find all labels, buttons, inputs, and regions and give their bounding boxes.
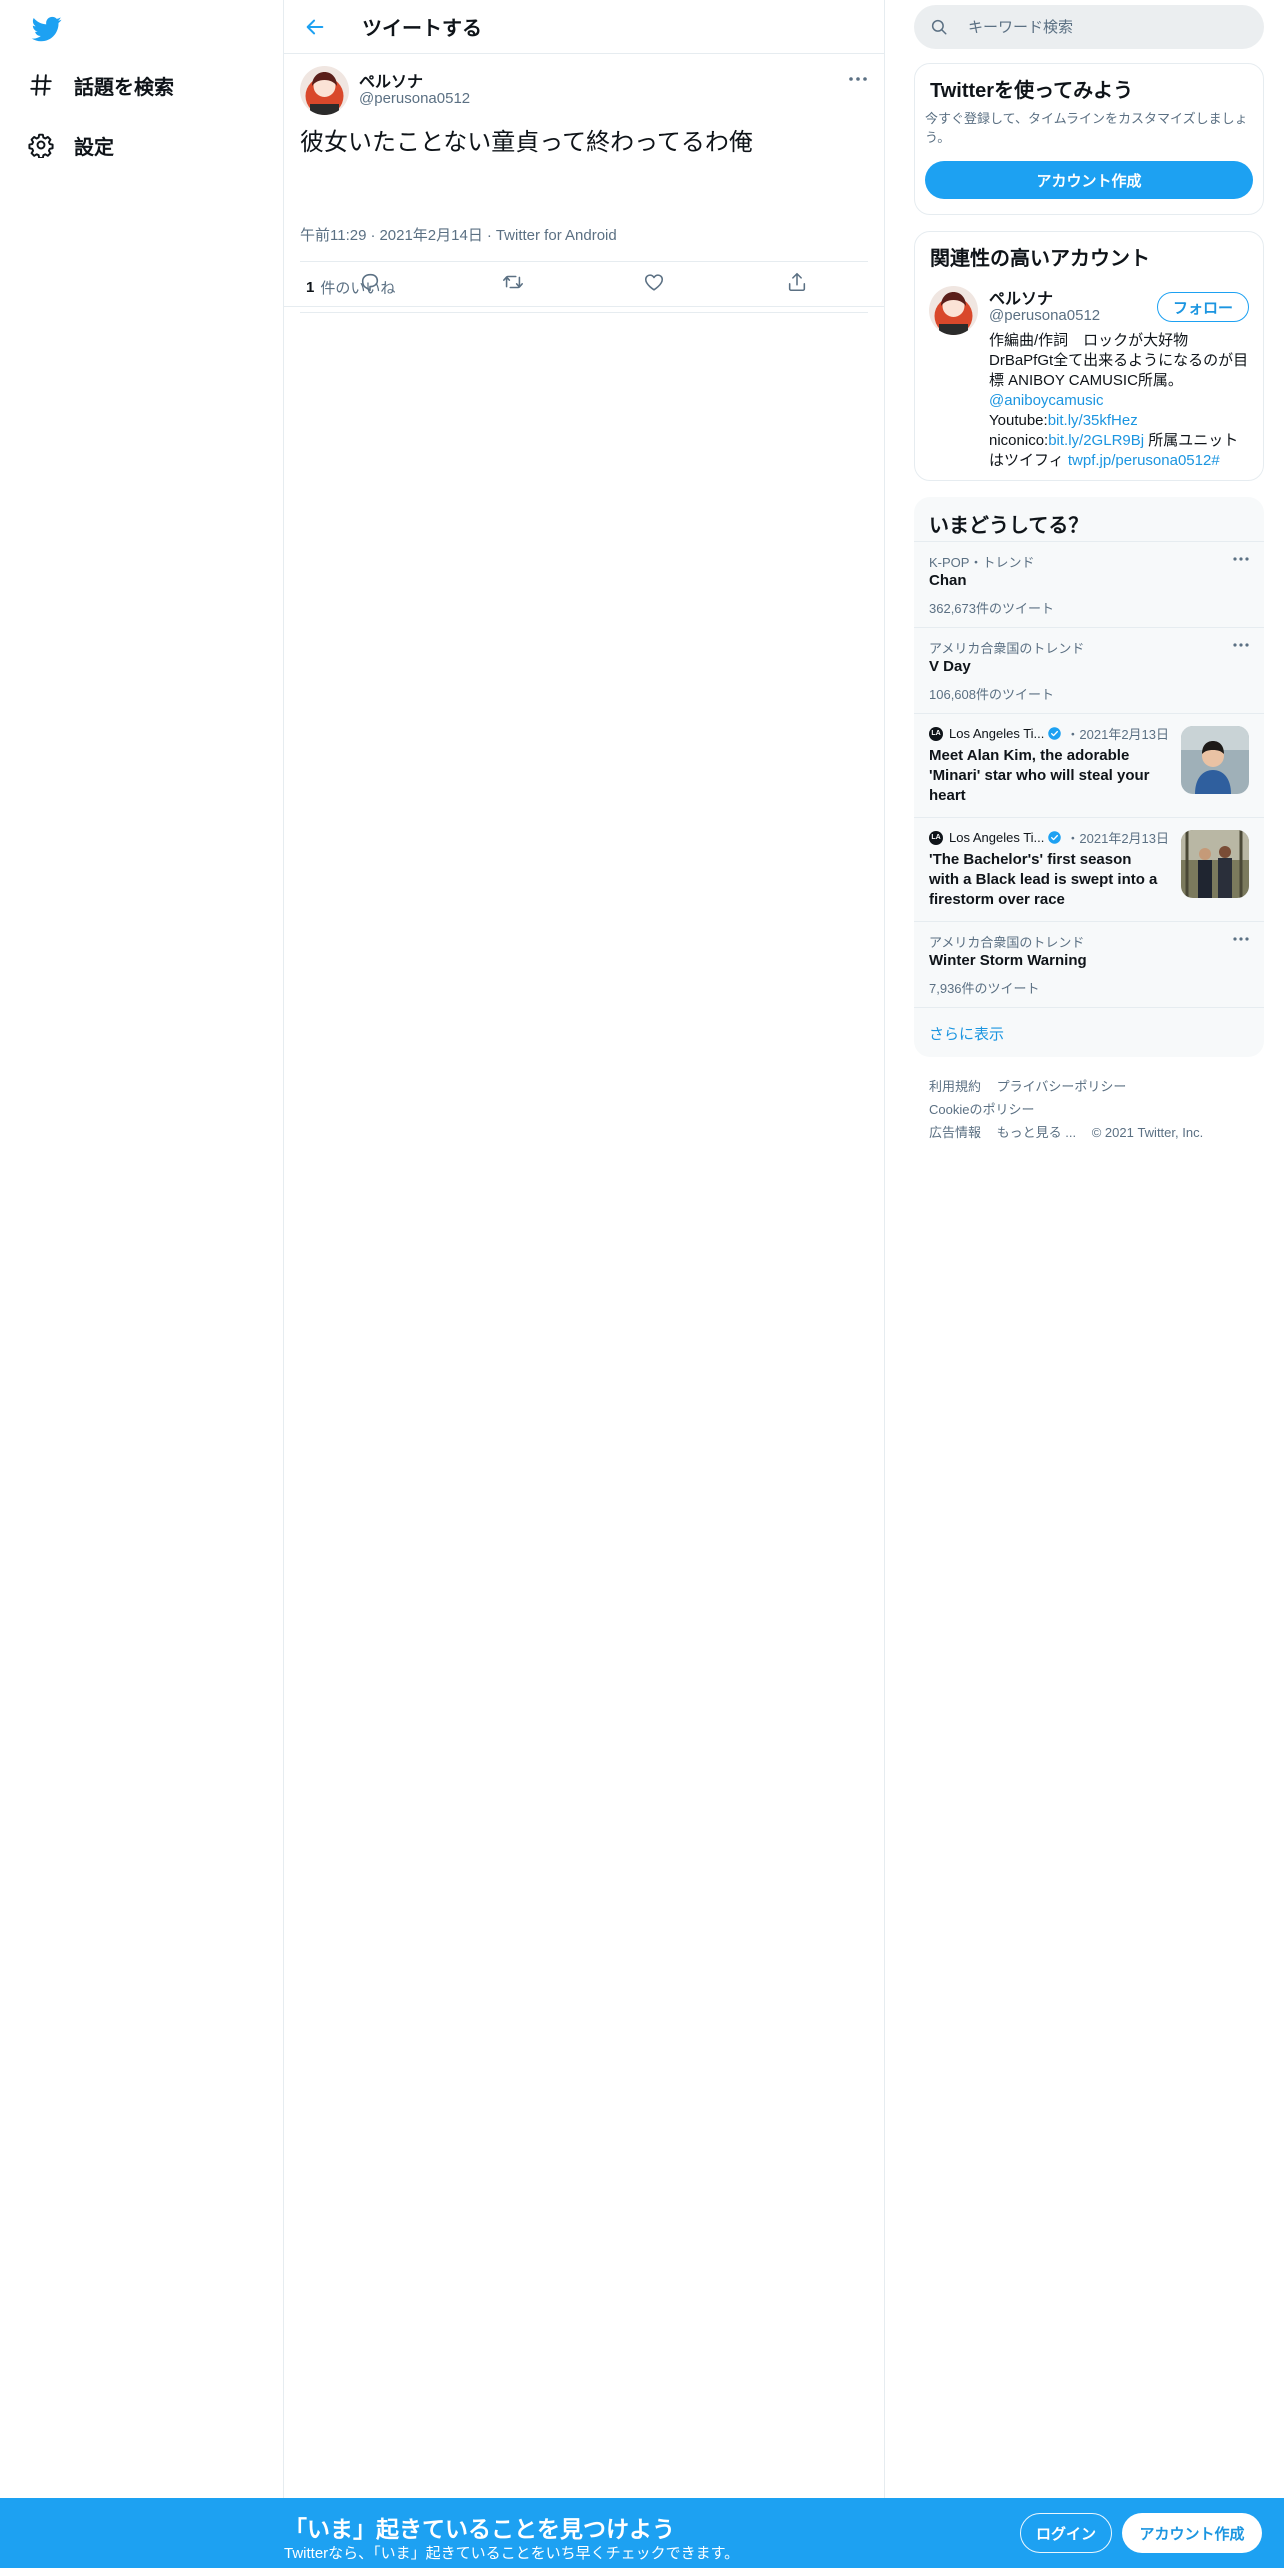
tweet-actions: [284, 258, 884, 307]
bottom-bar-title: 「いま」起きていることを見つけよう: [284, 2516, 675, 2542]
bio-line: DrBaPfGt全て出来るようになるのが目: [989, 352, 1249, 369]
trend-name: V Day: [929, 658, 971, 675]
main-column: ツイートする ペルソナ @perusona0512 彼女いたことない童貞って終わ…: [284, 0, 885, 2498]
tweet-meta: 午前11:29 · 2021年2月14日 · Twitter for Android: [300, 227, 617, 244]
share-icon[interactable]: [786, 271, 808, 293]
sidebar-item-label: 話題を検索: [74, 76, 174, 99]
trend-name: Winter Storm Warning: [929, 952, 1087, 969]
retweet-icon[interactable]: [502, 271, 524, 293]
trend-count: 106,608件のツイート: [929, 687, 1054, 702]
page-header: ツイートする: [284, 0, 884, 54]
bio-youtube-link[interactable]: bit.ly/35kfHez: [1048, 412, 1138, 429]
more-options-icon[interactable]: [1232, 936, 1250, 942]
trend-count: 7,936件のツイート: [929, 981, 1040, 996]
footer-links: 利用規約 プライバシーポリシー Cookieのポリシー 広告情報 もっと見る .…: [929, 1075, 1259, 1144]
news-source-name: Los Angeles Ti...: [949, 726, 1045, 741]
trend-meta: アメリカ合衆国のトレンド: [929, 641, 1085, 656]
trend-item[interactable]: アメリカ合衆国のトレンド Winter Storm Warning 7,936件…: [914, 921, 1264, 1007]
bio-line: 標 ANIBOY CAMUSIC所属。: [989, 372, 1183, 389]
verified-badge-icon: [1048, 831, 1062, 844]
news-date: ・2021年2月13日: [1066, 727, 1170, 742]
footer-ads-link[interactable]: 広告情報: [929, 1125, 981, 1140]
tweet-date[interactable]: 2021年2月14日: [379, 227, 482, 244]
news-thumbnail: [1181, 726, 1249, 794]
create-account-button[interactable]: アカウント作成: [925, 161, 1253, 199]
avatar[interactable]: [929, 286, 978, 335]
news-item[interactable]: LA Los Angeles Ti... ・2021年2月13日 Meet Al…: [914, 713, 1264, 817]
bio-mention-link[interactable]: @aniboycamusic: [989, 392, 1103, 409]
sidebar-item-settings[interactable]: 設定: [28, 123, 114, 167]
bottom-signup-bar: 「いま」起きていることを見つけよう Twitterなら、「いま」起きていることを…: [0, 2498, 1284, 2568]
sidebar-item-explore[interactable]: 話題を検索: [28, 63, 174, 107]
news-source-name: Los Angeles Ti...: [949, 830, 1045, 845]
trend-count: 362,673件のツイート: [929, 601, 1054, 616]
news-item[interactable]: LA Los Angeles Ti... ・2021年2月13日 'The Ba…: [914, 817, 1264, 921]
like-icon[interactable]: [643, 271, 665, 293]
more-options-icon[interactable]: [848, 76, 868, 82]
twitter-logo-icon[interactable]: [30, 14, 64, 44]
related-accounts-card: 関連性の高いアカウント ペルソナ @perusona0512 フォロー 作編曲/…: [914, 231, 1264, 481]
footer-copyright: © 2021 Twitter, Inc.: [1091, 1125, 1204, 1140]
trends-title: いまどうしてる？: [929, 515, 1089, 537]
bottom-bar-subtitle: Twitterなら、「いま」起きていることをいち早くチェックできます。: [284, 2545, 740, 2562]
search-input[interactable]: [966, 17, 1250, 37]
footer-more-link[interactable]: もっと見る ...: [997, 1125, 1076, 1140]
follow-button[interactable]: フォロー: [1157, 292, 1249, 322]
news-source: LA Los Angeles Ti... ・2021年2月13日: [929, 724, 1169, 743]
tweet-client[interactable]: Twitter for Android: [496, 227, 617, 244]
footer-cookie-link[interactable]: Cookieのポリシー: [929, 1102, 1034, 1117]
page-title: ツイートする: [362, 18, 482, 40]
bio-youtube-label: Youtube:: [989, 412, 1048, 429]
hashtag-icon: [30, 74, 52, 96]
related-account-name[interactable]: ペルソナ: [989, 285, 1053, 309]
news-date: ・2021年2月13日: [1066, 831, 1170, 846]
verified-badge-icon: [1048, 727, 1062, 740]
related-account-handle[interactable]: @perusona0512: [989, 307, 1100, 324]
signup-card-subtitle: 今すぐ登録して、タイムラインをカスタマイズしましょう。: [925, 111, 1248, 145]
signup-card-title: Twitterを使ってみよう: [930, 80, 1134, 102]
bio-text: はツイフィ: [989, 452, 1068, 469]
footer-terms-link[interactable]: 利用規約: [929, 1079, 981, 1094]
avatar[interactable]: [300, 66, 349, 115]
login-button[interactable]: ログイン: [1020, 2513, 1112, 2553]
trend-item[interactable]: K-POP・トレンド Chan 362,673件のツイート: [914, 541, 1264, 627]
related-accounts-title: 関連性の高いアカウント: [930, 248, 1150, 270]
news-headline: Meet Alan Kim, the adorable 'Minari' sta…: [929, 747, 1150, 804]
trends-card: いまどうしてる？ K-POP・トレンド Chan 362,673件のツイート ア…: [914, 497, 1264, 1057]
gear-icon: [28, 133, 54, 158]
bio-niconico-label: niconico:: [989, 432, 1049, 449]
back-arrow-icon[interactable]: [304, 16, 326, 38]
trend-name: Chan: [929, 572, 967, 589]
tweet-time[interactable]: 午前11:29: [300, 227, 366, 244]
show-more-link[interactable]: さらに表示: [929, 1023, 1004, 1044]
bio-line: 作編曲/作詞 ロックが大好物: [989, 332, 1189, 349]
trend-meta: アメリカ合衆国のトレンド: [929, 935, 1085, 950]
news-source: LA Los Angeles Ti... ・2021年2月13日: [929, 828, 1169, 847]
more-options-icon[interactable]: [1232, 642, 1250, 648]
la-times-logo-icon: LA: [929, 830, 943, 845]
more-options-icon[interactable]: [1232, 556, 1250, 562]
bio-twpf-link[interactable]: twpf.jp/perusona0512#: [1068, 452, 1220, 469]
tweet-author-handle[interactable]: @perusona0512: [359, 90, 470, 107]
tweet-text: 彼女いたことない童貞って終わってるわ俺: [300, 129, 753, 156]
signup-card: Twitterを使ってみよう 今すぐ登録して、タイムラインをカスタマイズしましょ…: [914, 63, 1264, 215]
search-bar[interactable]: [914, 5, 1264, 49]
news-thumbnail: [1181, 830, 1249, 898]
sidebar-item-label: 設定: [74, 136, 114, 159]
tweet-author-name[interactable]: ペルソナ: [359, 68, 423, 92]
footer-privacy-link[interactable]: プライバシーポリシー: [997, 1079, 1127, 1094]
trend-item[interactable]: アメリカ合衆国のトレンド V Day 106,608件のツイート: [914, 627, 1264, 713]
news-headline: 'The Bachelor's' first season with a Bla…: [929, 851, 1158, 908]
bio-niconico-link[interactable]: bit.ly/2GLR9Bj: [1048, 432, 1144, 449]
trend-meta: K-POP・トレンド: [929, 555, 1035, 570]
la-times-logo-icon: LA: [929, 726, 943, 741]
related-account-bio: 作編曲/作詞 ロックが大好物 DrBaPfGt全て出来るようになるのが目 標 A…: [989, 331, 1251, 471]
bio-text: 所属ユニット: [1144, 432, 1239, 449]
signup-button[interactable]: アカウント作成: [1122, 2513, 1262, 2553]
reply-icon[interactable]: [359, 271, 381, 293]
left-sidebar: 話題を検索 設定: [0, 0, 284, 2498]
search-icon: [931, 19, 947, 35]
